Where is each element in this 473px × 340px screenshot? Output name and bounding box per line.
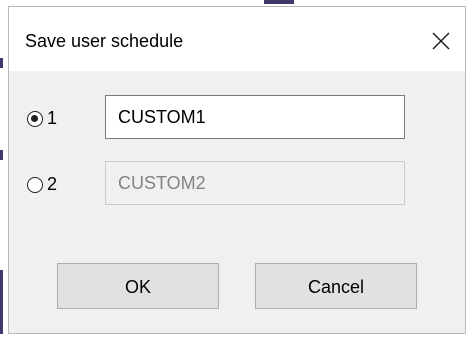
background-window-edge <box>0 270 3 334</box>
radio-option-2[interactable]: 2 <box>27 173 87 203</box>
radio-button-2[interactable] <box>27 177 43 193</box>
save-user-schedule-dialog: Save user schedule 1 2 OK Cancel <box>8 6 466 334</box>
schedule-name-field-1[interactable] <box>105 95 405 139</box>
background-window-edge <box>0 58 3 68</box>
schedule-name-field-2 <box>105 161 405 205</box>
close-icon <box>432 32 450 50</box>
background-window-edge <box>0 150 3 160</box>
background-window-edge <box>264 0 294 4</box>
radio-label-2: 2 <box>47 174 58 194</box>
radio-selected-dot <box>31 115 38 122</box>
dialog-titlebar: Save user schedule <box>9 7 465 71</box>
close-button[interactable] <box>419 21 463 61</box>
radio-button-1[interactable] <box>27 111 43 127</box>
cancel-button[interactable]: Cancel <box>255 263 417 309</box>
radio-option-1[interactable]: 1 <box>27 107 87 137</box>
ok-button[interactable]: OK <box>57 263 219 309</box>
dialog-title: Save user schedule <box>25 31 184 51</box>
radio-label-1: 1 <box>47 108 58 128</box>
